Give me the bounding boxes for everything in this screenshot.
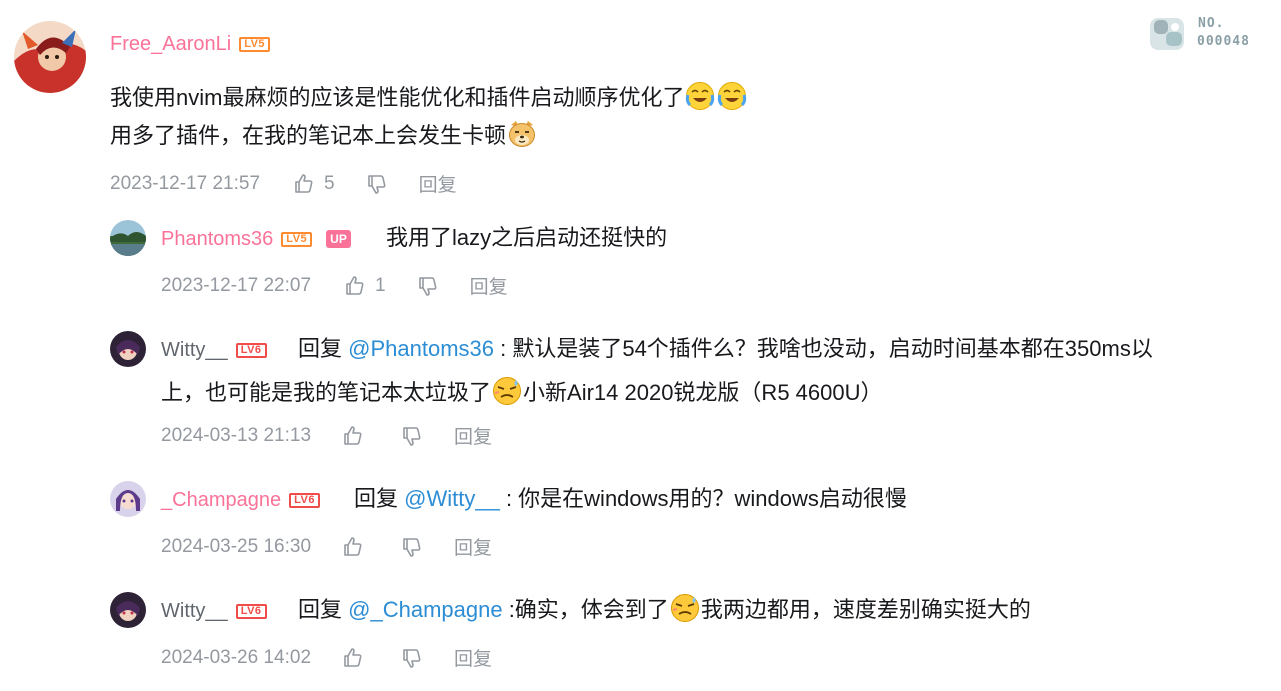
reply-time: 2023-12-17 22:07 bbox=[161, 274, 312, 296]
reply-meta: 2024-03-26 14:02 回复 bbox=[161, 644, 492, 671]
like-count: 5 bbox=[324, 172, 335, 194]
dislike-icon[interactable] bbox=[400, 646, 424, 670]
stamp-number: 000048 bbox=[1197, 34, 1250, 49]
reply-prefix: 回复 bbox=[298, 336, 343, 361]
reply-button[interactable]: 回复 bbox=[454, 533, 492, 560]
username-text[interactable]: Phantoms36 bbox=[161, 228, 273, 250]
fan-badge-icon bbox=[1150, 18, 1184, 50]
like-icon[interactable] bbox=[343, 274, 367, 298]
mention-link[interactable]: @_Champagne bbox=[348, 597, 502, 622]
reply-content: 我用了lazy之后启动还挺快的 bbox=[386, 216, 667, 260]
reply-username[interactable]: Witty__ LV6 bbox=[161, 600, 267, 623]
fan-number-stamp: NO. 000048 bbox=[1148, 14, 1268, 56]
comment-time: 2023-12-17 21:57 bbox=[110, 172, 261, 194]
reply-meta: 2023-12-17 22:07 1 回复 bbox=[161, 272, 508, 299]
level-badge: LV6 bbox=[289, 493, 320, 508]
reply-prefix: 回复 bbox=[354, 486, 399, 511]
avatar[interactable] bbox=[110, 331, 146, 367]
reply-text: : 默认是装了54个插件么？我啥也没动，启动时间基本都在350ms以 bbox=[494, 336, 1153, 361]
reply-username[interactable]: _Champagne LV6 bbox=[161, 489, 320, 512]
reply-time: 2024-03-26 14:02 bbox=[161, 646, 312, 668]
dislike-icon[interactable] bbox=[400, 424, 424, 448]
comment-meta: 2023-12-17 21:57 5 回复 bbox=[110, 170, 457, 197]
comment-line-2: 用多了插件，在我的笔记本上会发生卡顿 bbox=[110, 114, 748, 158]
reply-button[interactable]: 回复 bbox=[454, 644, 492, 671]
comment-text: 我使用nvim最麻烦的应该是性能优化和插件启动顺序优化了 bbox=[110, 85, 685, 110]
reply-button[interactable]: 回复 bbox=[419, 170, 457, 197]
reply-content: 回复 @Witty__ : 你是在windows用的？windows启动很慢 bbox=[354, 477, 907, 521]
reply-username[interactable]: Phantoms36 LV5 UP bbox=[161, 228, 351, 251]
like-icon[interactable] bbox=[341, 535, 365, 559]
reply-prefix: 回复 bbox=[298, 597, 343, 622]
comment-text: 用多了插件，在我的笔记本上会发生卡顿 bbox=[110, 123, 507, 148]
comment-content: 我使用nvim最麻烦的应该是性能优化和插件启动顺序优化了 用多了插件，在我的笔记… bbox=[110, 76, 748, 158]
sweat-emote-icon bbox=[670, 593, 700, 623]
like-count: 1 bbox=[375, 274, 386, 296]
like-icon[interactable] bbox=[341, 646, 365, 670]
like-icon[interactable] bbox=[341, 424, 365, 448]
reply-meta: 2024-03-25 16:30 回复 bbox=[161, 533, 492, 560]
reply-text: 小新Air14 2020锐龙版（R5 4600U） bbox=[523, 380, 883, 405]
level-badge: LV5 bbox=[281, 232, 313, 247]
reply-meta: 2024-03-13 21:13 回复 bbox=[161, 422, 492, 449]
stamp-title: NO. bbox=[1198, 16, 1225, 31]
reply-button[interactable]: 回复 bbox=[454, 422, 492, 449]
reply-text: :确实，体会到了 bbox=[502, 597, 669, 622]
reply-text: : 你是在windows用的？windows启动很慢 bbox=[499, 486, 907, 511]
reply-content: 回复 @_Champagne :确实，体会到了 我两边都用，速度差别确实挺大的 bbox=[298, 588, 1031, 632]
cry-laugh-emote-icon bbox=[685, 81, 715, 111]
sweat-emote-icon bbox=[492, 376, 522, 406]
username-text[interactable]: _Champagne bbox=[161, 489, 281, 511]
avatar[interactable] bbox=[110, 592, 146, 628]
avatar[interactable] bbox=[110, 220, 146, 256]
username-text[interactable]: Witty__ bbox=[161, 600, 228, 622]
dislike-icon[interactable] bbox=[416, 274, 440, 298]
reply-content: 回复 @Phantoms36 : 默认是装了54个插件么？我啥也没动，启动时间基… bbox=[161, 327, 1251, 415]
reply-text: 我用了lazy之后启动还挺快的 bbox=[386, 225, 668, 250]
mention-link[interactable]: @Witty__ bbox=[404, 486, 500, 511]
username-text[interactable]: Free_AaronLi bbox=[110, 33, 231, 55]
level-badge: LV5 bbox=[239, 37, 271, 52]
comment-username[interactable]: Free_AaronLi LV5 bbox=[110, 33, 271, 56]
cry-laugh-emote-icon bbox=[717, 81, 747, 111]
reply-text: 我两边都用，速度差别确实挺大的 bbox=[700, 597, 1031, 622]
reply-line-1: 回复 @Phantoms36 : 默认是装了54个插件么？我啥也没动，启动时间基… bbox=[161, 327, 1251, 371]
like-icon[interactable] bbox=[292, 172, 316, 196]
reply-line-2: 上，也可能是我的笔记本太垃圾了 小新Air14 2020锐龙版（R5 4600U） bbox=[161, 371, 1251, 415]
dislike-icon[interactable] bbox=[365, 172, 389, 196]
reply-button[interactable]: 回复 bbox=[470, 272, 508, 299]
mention-link[interactable]: @Phantoms36 bbox=[348, 336, 494, 361]
reply-time: 2024-03-13 21:13 bbox=[161, 424, 312, 446]
reply-time: 2024-03-25 16:30 bbox=[161, 535, 312, 557]
dislike-icon[interactable] bbox=[400, 535, 424, 559]
reply-text: 上，也可能是我的笔记本太垃圾了 bbox=[161, 380, 492, 405]
doge-emote-icon bbox=[507, 119, 537, 149]
avatar[interactable] bbox=[14, 21, 86, 93]
level-badge: LV6 bbox=[235, 604, 267, 619]
avatar[interactable] bbox=[110, 481, 146, 517]
up-badge: UP bbox=[326, 230, 351, 248]
